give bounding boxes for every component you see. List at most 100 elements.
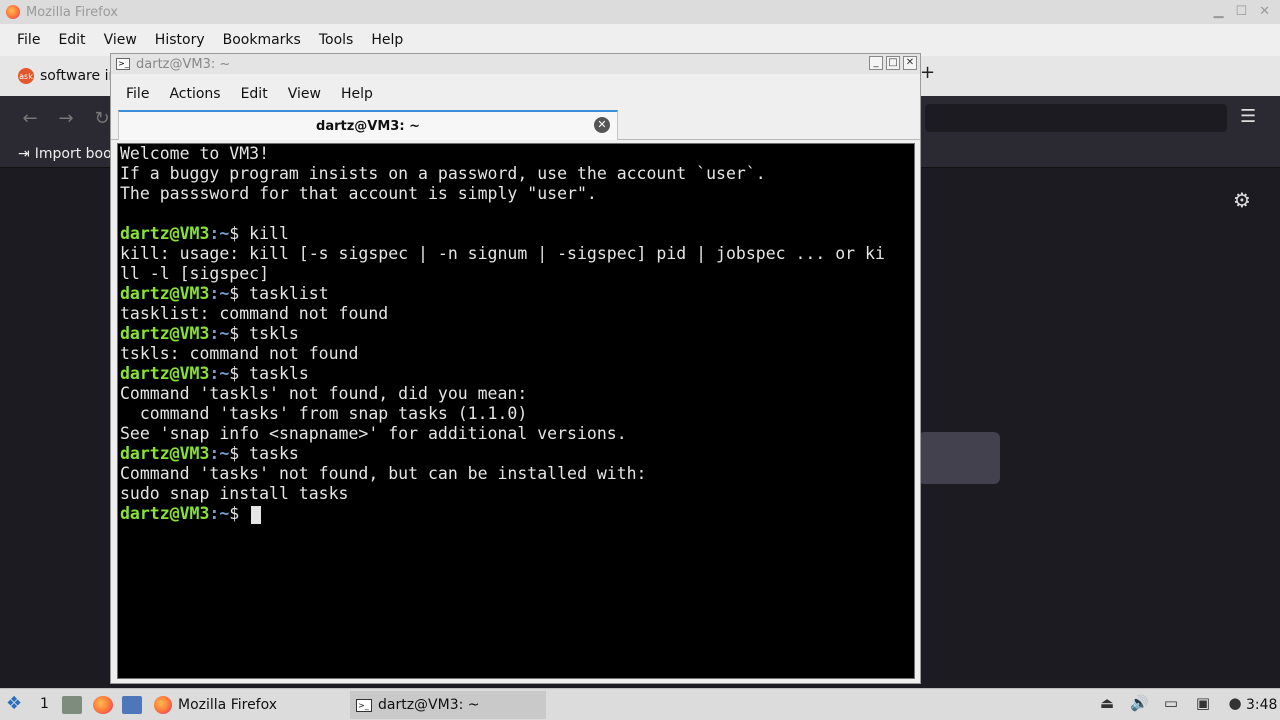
close-icon[interactable]: ✕ xyxy=(1259,4,1270,19)
menu-help[interactable]: Help xyxy=(362,32,412,48)
terminal-tabstrip: dartz@VM3: ~ ✕ xyxy=(111,110,920,140)
firefox-menubar: File Edit View History Bookmarks Tools H… xyxy=(0,24,1280,56)
clipboard-icon[interactable]: ▭ xyxy=(1162,694,1180,712)
terminal-output[interactable]: Welcome to VM3! If a buggy program insist… xyxy=(117,143,915,679)
import-icon: ⇥ xyxy=(18,145,30,162)
terminal-line: kill: usage: kill [-s sigspec | -n signu… xyxy=(120,244,912,264)
menu-actions[interactable]: Actions xyxy=(161,86,229,102)
prompt-user: dartz@VM3 xyxy=(120,284,210,303)
menu-tools[interactable]: Tools xyxy=(310,32,363,48)
menu-bookmarks[interactable]: Bookmarks xyxy=(214,32,310,48)
terminal-window-controls: _ □ ✕ xyxy=(869,56,917,70)
output-text: If a buggy program insists on a password… xyxy=(120,164,766,183)
menu-edit[interactable]: Edit xyxy=(233,86,277,102)
prompt-symbol: $ xyxy=(229,444,240,463)
terminal-line: sudo snap install tasks xyxy=(120,484,912,504)
start-menu-icon[interactable]: ❖ xyxy=(6,693,26,714)
prompt-path: :~ xyxy=(209,364,230,383)
hamburger-menu-icon[interactable]: ☰ xyxy=(1240,106,1256,127)
back-arrow-icon[interactable]: ← xyxy=(12,108,48,129)
terminal-line: tasklist: command not found xyxy=(120,304,912,324)
terminal-line: dartz@VM3:~$ kill xyxy=(120,224,912,244)
taskbar-item-firefox[interactable]: Mozilla Firefox xyxy=(152,691,342,719)
terminal-line: dartz@VM3:~$ tasklist xyxy=(120,284,912,304)
command-text: tasks xyxy=(239,444,299,463)
terminal-titlebar[interactable]: >_ dartz@VM3: ~ _ □ ✕ xyxy=(111,54,920,74)
output-text: tskls: command not found xyxy=(120,344,359,363)
terminal-line: Command 'taskls' not found, did you mean… xyxy=(120,384,912,404)
clock[interactable]: 3:48 xyxy=(1246,697,1277,713)
menu-file[interactable]: File xyxy=(118,86,158,102)
text-cursor xyxy=(251,505,262,524)
terminal-line: Command 'tasks' not found, but can be in… xyxy=(120,464,912,484)
menu-history[interactable]: History xyxy=(146,32,214,48)
show-desktop-icon[interactable] xyxy=(122,696,142,714)
gear-icon[interactable]: ⚙ xyxy=(1233,188,1251,212)
upload-icon[interactable]: ⏏ xyxy=(1098,694,1116,712)
menu-help[interactable]: Help xyxy=(333,86,382,102)
output-text: ll -l [sigspec] xyxy=(120,264,270,283)
terminal-icon: >_ xyxy=(116,58,130,70)
import-bookmarks-link[interactable]: Import boo xyxy=(35,146,112,162)
prompt-symbol: $ xyxy=(229,284,240,303)
firefox-launcher-icon[interactable] xyxy=(93,696,113,714)
terminal-menubar: File Actions Edit View Help xyxy=(111,78,920,110)
terminal-tab[interactable]: dartz@VM3: ~ ✕ xyxy=(118,110,618,140)
menu-view[interactable]: View xyxy=(95,32,146,48)
firefox-titlebar: Mozilla Firefox ▁ ☐ ✕ xyxy=(0,0,1280,24)
close-tab-icon[interactable]: ✕ xyxy=(594,117,610,133)
volume-icon[interactable]: 🔊 xyxy=(1130,694,1149,712)
minimize-icon[interactable]: ▁ xyxy=(1213,4,1223,19)
output-text: Welcome to VM3! xyxy=(120,144,270,163)
firefox-tab[interactable]: ask software in xyxy=(10,60,125,92)
url-bar[interactable] xyxy=(925,104,1227,132)
firefox-icon xyxy=(154,696,172,714)
prompt-user: dartz@VM3 xyxy=(120,364,210,383)
file-manager-icon[interactable] xyxy=(62,696,82,714)
output-text: The passsword for that account is simply… xyxy=(120,184,597,203)
terminal-line: dartz@VM3:~$ tasks xyxy=(120,444,912,464)
output-text: command 'tasks' from snap tasks (1.1.0) xyxy=(120,404,528,423)
network-icon[interactable]: ▣ xyxy=(1194,694,1212,712)
maximize-icon[interactable]: □ xyxy=(886,56,900,70)
output-text: tasklist: command not found xyxy=(120,304,389,323)
minimize-icon[interactable]: _ xyxy=(869,56,883,70)
firefox-window-controls: ▁ ☐ ✕ xyxy=(1213,4,1270,19)
firefox-window-title: Mozilla Firefox xyxy=(26,4,118,20)
prompt-symbol: $ xyxy=(229,504,240,523)
close-icon[interactable]: ✕ xyxy=(903,56,917,70)
terminal-line: The passsword for that account is simply… xyxy=(120,184,912,204)
command-text: tasklist xyxy=(239,284,329,303)
terminal-window: >_ dartz@VM3: ~ _ □ ✕ File Actions Edit … xyxy=(110,53,921,684)
command-text: taskls xyxy=(239,364,309,383)
new-tab-icon[interactable]: + xyxy=(920,62,935,83)
command-text xyxy=(239,504,249,523)
output-text: Command 'tasks' not found, but can be in… xyxy=(120,464,647,483)
menu-file[interactable]: File xyxy=(8,32,49,48)
terminal-line: Welcome to VM3! xyxy=(120,144,912,164)
menu-edit[interactable]: Edit xyxy=(49,32,94,48)
ask-favicon-icon: ask xyxy=(18,68,34,84)
terminal-line: If a buggy program insists on a password… xyxy=(120,164,912,184)
terminal-window-title: dartz@VM3: ~ xyxy=(136,56,231,72)
terminal-line: See 'snap info <snapname>' for additiona… xyxy=(120,424,912,444)
notification-icon[interactable]: ● xyxy=(1226,694,1244,712)
content-panel xyxy=(918,432,1000,484)
prompt-symbol: $ xyxy=(229,224,240,243)
prompt-symbol: $ xyxy=(229,364,240,383)
forward-arrow-icon[interactable]: → xyxy=(48,108,84,129)
prompt-path: :~ xyxy=(209,444,230,463)
taskbar-item-terminal[interactable]: >_ dartz@VM3: ~ xyxy=(350,691,546,719)
prompt-symbol: $ xyxy=(229,324,240,343)
firefox-tab-label: software in xyxy=(40,68,118,84)
output-text: kill: usage: kill [-s sigspec | -n signu… xyxy=(120,244,885,263)
desktop-switcher[interactable]: 1 xyxy=(40,696,49,712)
system-tray: ⏏ 🔊 ▭ ▣ ● xyxy=(1098,694,1244,712)
maximize-icon[interactable]: ☐ xyxy=(1235,4,1247,19)
menu-view[interactable]: View xyxy=(280,86,330,102)
taskbar-item-label: dartz@VM3: ~ xyxy=(378,697,480,713)
prompt-user: dartz@VM3 xyxy=(120,444,210,463)
prompt-path: :~ xyxy=(209,224,230,243)
prompt-user: dartz@VM3 xyxy=(120,324,210,343)
terminal-line: dartz@VM3:~$ xyxy=(120,504,912,524)
